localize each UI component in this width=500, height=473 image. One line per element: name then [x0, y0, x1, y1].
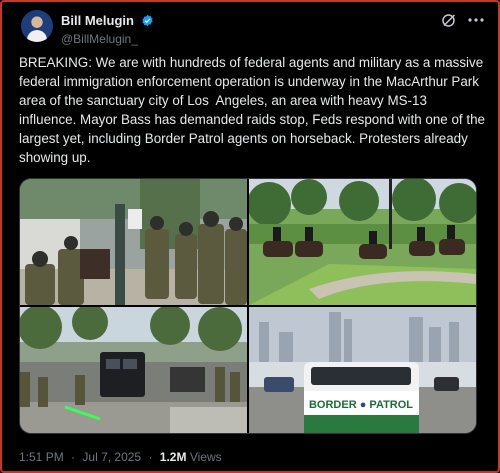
svg-text:BORDER ● PAT: BORDER ● PATROL	[309, 399, 413, 411]
grok-icon[interactable]	[441, 12, 457, 28]
avatar[interactable]	[21, 10, 53, 42]
ford-logo-icon: ●	[360, 399, 370, 411]
tweet-meta: 1:51 PM · Jul 7, 2025 · 1.2M Views	[19, 450, 222, 464]
author-handle[interactable]: @BillMelugin_	[61, 32, 154, 46]
agents-on-street-photo[interactable]	[20, 179, 247, 305]
header-actions	[441, 12, 485, 28]
verified-badge-icon	[142, 14, 153, 27]
vehicle-text-patrol: PATROL	[369, 399, 413, 411]
vehicle-text-border: BORDER	[309, 399, 360, 411]
border-patrol-truck-photo[interactable]: BORDER ● PATROL	[249, 307, 476, 433]
views-label: Views	[189, 450, 222, 464]
tweet-text: BREAKING: We are with hundreds of federa…	[19, 55, 489, 165]
author-display-name[interactable]: Bill Melugin	[61, 13, 134, 28]
author-names[interactable]: Bill Melugin @BillMelugin_	[61, 12, 154, 46]
horseback-agents-park-photo[interactable]	[249, 179, 476, 305]
tweet-time[interactable]: 1:51 PM	[19, 450, 64, 464]
meta-separator: ·	[148, 450, 153, 464]
media-grid: BORDER ● PATROL	[19, 178, 477, 434]
meta-separator: ·	[71, 450, 76, 464]
more-options-icon[interactable]	[467, 12, 485, 28]
views-count: 1.2M	[159, 450, 187, 464]
armored-vehicle-street-photo[interactable]	[20, 307, 247, 433]
tweet-header: Bill Melugin @BillMelugin_	[19, 10, 485, 46]
tweet-card: Bill Melugin @BillMelugin_ BREAKING: We …	[0, 0, 500, 473]
tweet-date[interactable]: Jul 7, 2025	[82, 450, 141, 464]
